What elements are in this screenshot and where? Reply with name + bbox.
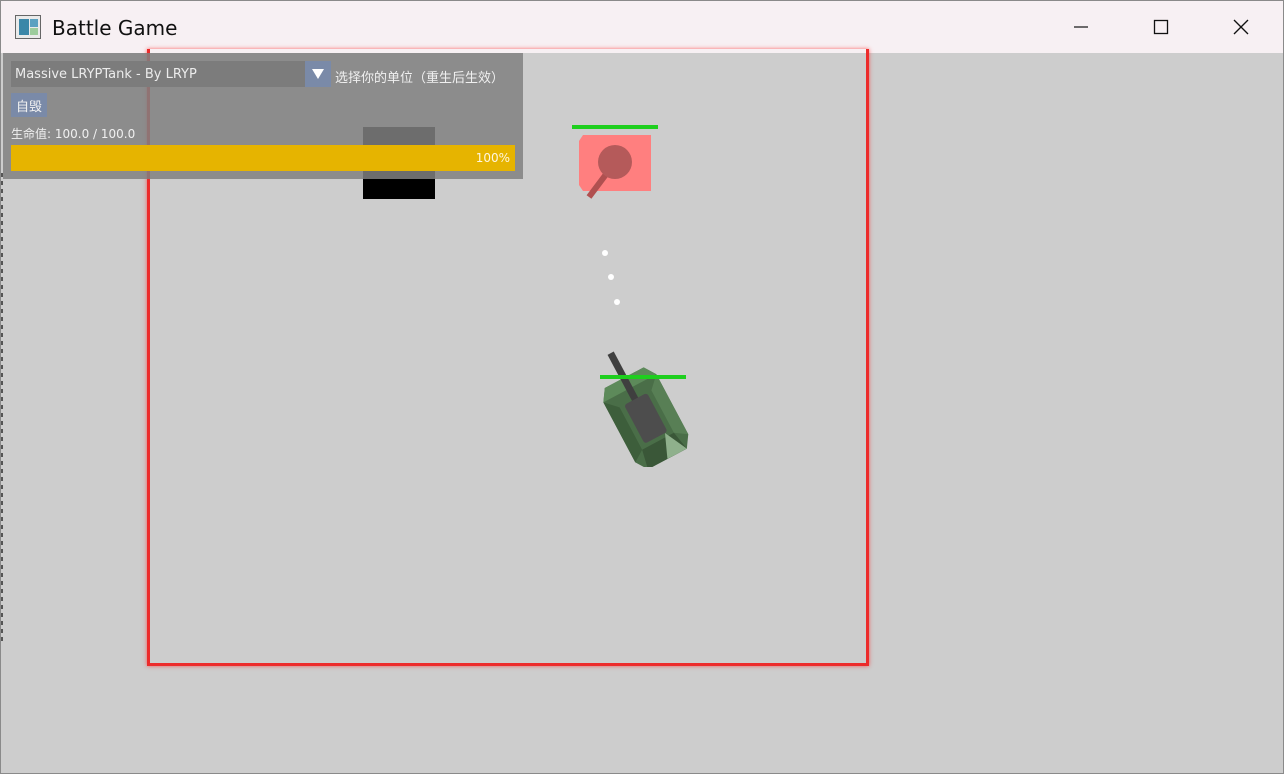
maximize-button[interactable] xyxy=(1121,1,1201,53)
close-button[interactable] xyxy=(1201,1,1281,53)
app-icon xyxy=(15,15,41,39)
bullet xyxy=(602,250,608,256)
enemy-tank xyxy=(579,135,651,199)
unit-select-dropdown[interactable]: Massive LRYPTank - By LRYP xyxy=(11,61,331,87)
title-bar[interactable]: Battle Game xyxy=(1,1,1283,53)
dropdown-arrow-button[interactable] xyxy=(305,61,331,87)
maximize-icon xyxy=(1153,19,1169,35)
hud-panel: Massive LRYPTank - By LRYP 选择你的单位（重生后生效）… xyxy=(3,53,523,179)
triangle-down-icon xyxy=(312,69,324,79)
arena-left-edge xyxy=(1,173,3,643)
health-progress-bar: 100% xyxy=(11,145,515,171)
player-tank xyxy=(603,351,689,467)
close-icon xyxy=(1233,19,1249,35)
health-percent: 100% xyxy=(475,151,510,165)
health-label: 生命值: 100.0 / 100.0 xyxy=(11,127,136,141)
unit-select-value: Massive LRYPTank - By LRYP xyxy=(15,67,197,82)
bullet xyxy=(614,299,620,305)
bullet xyxy=(608,274,614,280)
enemy-health-bar xyxy=(572,125,658,129)
minimize-button[interactable] xyxy=(1041,1,1121,53)
unit-select-hint: 选择你的单位（重生后生效） xyxy=(335,71,505,86)
player-health-bar xyxy=(600,375,686,379)
window-title: Battle Game xyxy=(52,16,178,40)
health-progress-fill xyxy=(11,145,515,171)
self-destruct-button[interactable]: 自毁 xyxy=(11,93,47,117)
game-window: Battle Game Massive LRYPTank - By LRYP 选… xyxy=(0,0,1284,774)
minimize-icon xyxy=(1074,26,1088,28)
